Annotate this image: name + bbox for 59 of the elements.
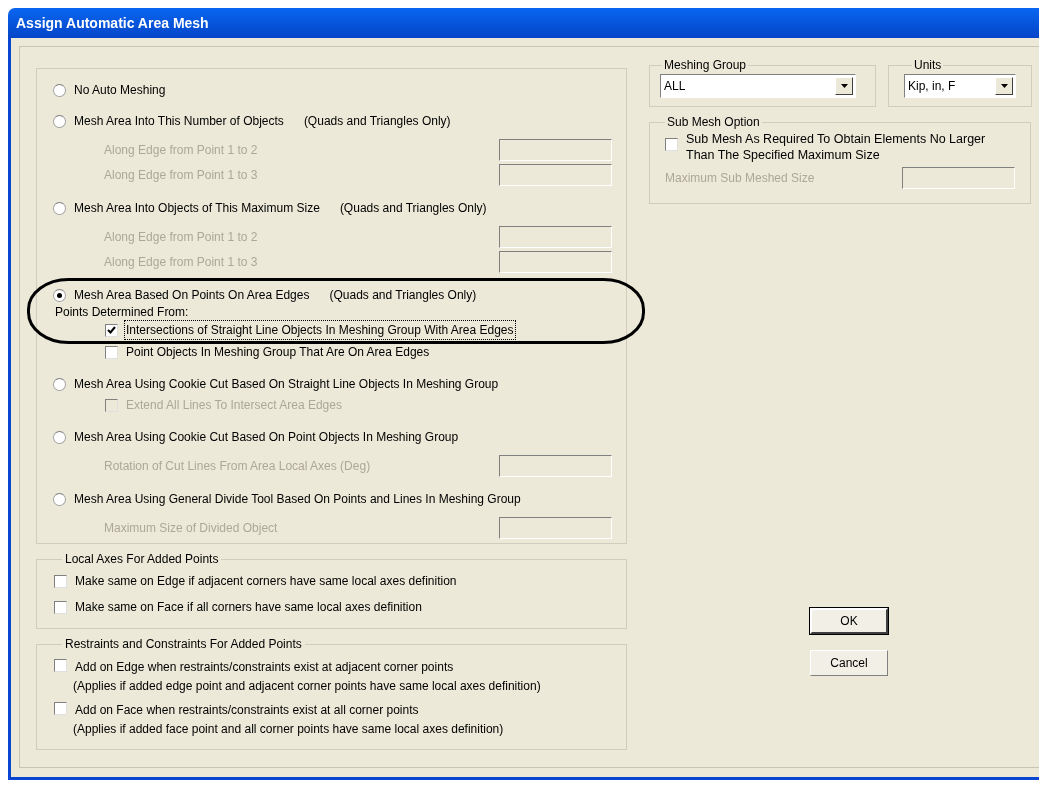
field-label: Along Edge from Point 1 to 3 bbox=[104, 166, 258, 184]
checkmark-icon bbox=[107, 326, 116, 334]
checkbox[interactable] bbox=[105, 345, 118, 359]
checkbox-note: (Applies if added face point and all corner points have same local axes definition) bbox=[73, 721, 504, 738]
group-title: Units bbox=[913, 57, 943, 74]
group-title: Meshing Group bbox=[663, 57, 748, 74]
option-label: Mesh Area Using Cookie Cut Based On Point Objects In Meshing Group bbox=[74, 429, 459, 446]
field-label: Maximum Sub Meshed Size bbox=[665, 170, 815, 187]
dropdown-value: ALL bbox=[664, 78, 686, 95]
option-note: (Quads and Triangles Only) bbox=[303, 113, 451, 130]
group-title: Restraints and Constraints For Added Points bbox=[64, 636, 303, 653]
option-label: No Auto Meshing bbox=[74, 82, 166, 99]
option-note: (Quads and Triangles Only) bbox=[339, 200, 487, 217]
checkbox-label: Intersections of Straight Line Objects In Meshing Group With Area Edges bbox=[124, 320, 516, 340]
group-title: Sub Mesh Option bbox=[666, 114, 761, 131]
checkbox[interactable] bbox=[54, 659, 67, 672]
checkbox[interactable] bbox=[54, 600, 67, 614]
option-label: Mesh Area Into This Number of Objects bbox=[74, 113, 284, 130]
field-label: Along Edge from Point 1 to 3 bbox=[104, 253, 258, 271]
checkbox-label: Extend All Lines To Intersect Area Edges bbox=[125, 397, 343, 414]
checkbox[interactable] bbox=[665, 138, 678, 151]
option-label: Mesh Area Using Cookie Cut Based On Straight Line Objects In Meshing Group bbox=[74, 376, 499, 393]
radio-button[interactable] bbox=[53, 201, 66, 215]
radio-button[interactable] bbox=[53, 430, 66, 444]
checkbox-label: Add on Edge when restraints/constraints exist at adjacent corner points bbox=[75, 659, 455, 676]
option-label: Mesh Area Using General Divide Tool Based On Points and Lines In Meshing Group bbox=[74, 491, 521, 508]
radio-button[interactable] bbox=[53, 288, 66, 302]
caption: Points Determined From: bbox=[55, 304, 189, 321]
checkbox-label: Sub Mesh As Required To Obtain Elements No Larger Than The Specified Maximum Size bbox=[686, 131, 986, 163]
checkbox-label: Make same on Face if all corners have same local axes definition bbox=[75, 599, 422, 616]
dropdown-button[interactable] bbox=[835, 77, 853, 95]
dropdown-value: Kip, in, F bbox=[908, 78, 956, 95]
radio-button[interactable] bbox=[53, 114, 66, 128]
checkbox-label: Make same on Edge if adjacent corners have same local axes definition bbox=[75, 573, 457, 590]
checkbox-label: Point Objects In Meshing Group That Are On Area Edges bbox=[125, 344, 431, 361]
option-label: Mesh Area Into Objects of This Maximum Size bbox=[74, 200, 320, 217]
field-label: Rotation of Cut Lines From Area Local Axes (Deg) bbox=[104, 457, 371, 475]
caret-icon bbox=[1000, 84, 1008, 88]
checkbox[interactable] bbox=[54, 702, 67, 715]
option-note: (Quads and Triangles Only) bbox=[329, 287, 477, 304]
option-label: Mesh Area Based On Points On Area Edges bbox=[74, 287, 310, 304]
radio-button[interactable] bbox=[53, 377, 66, 391]
dropdown[interactable]: Kip, in, F bbox=[904, 74, 1016, 98]
checkbox-label: Add on Face when restraints/constraints exist at all corner points bbox=[75, 702, 420, 719]
dropdown[interactable]: ALL bbox=[660, 74, 856, 98]
checkbox-note: (Applies if added edge point and adjacent corner points have same local axes definition) bbox=[73, 678, 541, 695]
checkbox[interactable] bbox=[54, 574, 67, 588]
caret-icon bbox=[840, 84, 848, 88]
dialog-button[interactable]: Cancel bbox=[810, 650, 888, 676]
field-label: Along Edge from Point 1 to 2 bbox=[104, 228, 258, 246]
checkbox[interactable] bbox=[105, 323, 118, 337]
group-title: Local Axes For Added Points bbox=[64, 551, 220, 568]
window-title: Assign Automatic Area Mesh bbox=[16, 13, 209, 33]
dialog-button[interactable]: OK bbox=[810, 608, 888, 634]
field-label: Along Edge from Point 1 to 2 bbox=[104, 141, 258, 159]
radio-button[interactable] bbox=[53, 492, 66, 506]
radio-button[interactable] bbox=[53, 83, 66, 97]
dropdown-button[interactable] bbox=[995, 77, 1013, 95]
field-label: Maximum Size of Divided Object bbox=[104, 519, 278, 537]
